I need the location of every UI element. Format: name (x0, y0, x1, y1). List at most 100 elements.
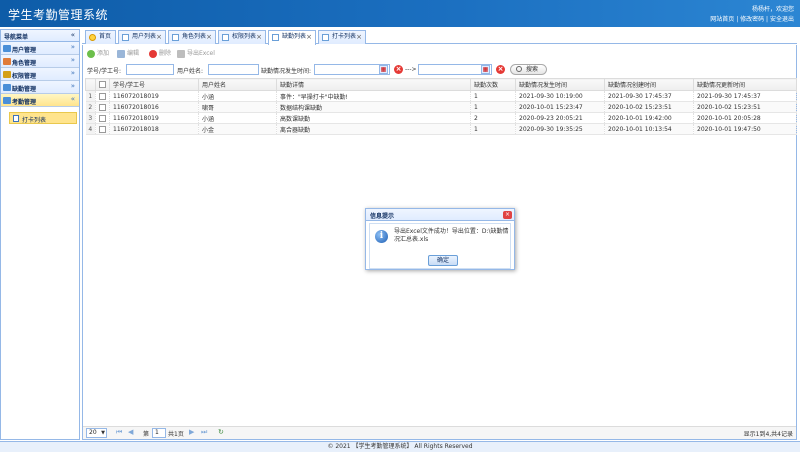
tab-user-list[interactable]: 用户列表 × (118, 30, 166, 44)
column-header[interactable]: 缺勤情况更新时间 (693, 78, 797, 91)
row-number: 2 (85, 101, 96, 113)
lightbulb-icon (89, 34, 96, 41)
page-icon (122, 34, 129, 41)
username-input[interactable] (208, 64, 259, 75)
detail-cell: 数据结构课缺勤 (276, 101, 471, 113)
table-row[interactable]: 4 116072018018 小金 离合器缺勤 1 2020-09-30 19:35:25… (85, 123, 797, 135)
absence-table: 学号/学工号 用户姓名 缺勤详情 缺勤次数 缺勤情况发生时间 缺勤情况创建时间 … (85, 78, 797, 135)
column-header[interactable]: 缺勤情况发生时间 (515, 78, 605, 91)
sidebar-item-role-management[interactable]: 角色管理 » (1, 55, 79, 68)
edit-button[interactable]: 编辑 (117, 48, 139, 60)
key-icon (3, 71, 11, 78)
row-checkbox[interactable] (95, 112, 110, 124)
sidebar-item-user-management[interactable]: 用户管理 » (1, 42, 79, 55)
export-label: 导出Excel (187, 50, 215, 57)
dialog-body: i 导出Excel文件成功！导出位置：D:\缺勤情况汇总表.xls 确定 (369, 223, 511, 269)
header-links: 网站首页 | 修改密码 | 安全退出 (710, 14, 794, 23)
add-icon (87, 50, 95, 58)
welcome-text: 杨杨杆，欢迎您 (751, 6, 794, 13)
table-row[interactable]: 2 116072018016 啸哥 数据结构课缺勤 1 2020-10-01 15:23:… (85, 101, 797, 113)
tab-absence-list[interactable]: 缺勤列表 × (268, 30, 316, 45)
tab-permission-list[interactable]: 权限列表 × (218, 30, 266, 44)
column-header[interactable]: 用户姓名 (198, 78, 277, 91)
row-checkbox[interactable] (95, 90, 110, 102)
sidebar-item-attendance-management[interactable]: 考勤管理 « (1, 94, 79, 107)
row-checkbox[interactable] (95, 101, 110, 113)
edit-icon (117, 50, 125, 58)
page-size-value: 20 (89, 429, 97, 436)
count-cell: 1 (470, 90, 516, 102)
column-header[interactable]: 缺勤次数 (470, 78, 516, 91)
happened-time-cell: 2021-09-30 10:19:00 (515, 90, 605, 102)
student-id-input[interactable] (126, 64, 174, 75)
tab-label: 首页 (99, 33, 112, 40)
column-header[interactable]: 缺勤情况创建时间 (604, 78, 694, 91)
tab-home[interactable]: 首页 (85, 30, 116, 44)
count-cell: 2 (470, 112, 516, 124)
export-excel-button[interactable]: 导出Excel (177, 48, 215, 60)
detail-cell: 高数课缺勤 (276, 112, 471, 124)
tab-label: 缺勤列表 (282, 33, 307, 40)
change-password-link[interactable]: 修改密码 (740, 16, 764, 23)
column-header[interactable]: 缺勤详情 (276, 78, 471, 91)
delete-button[interactable]: 删除 (149, 48, 171, 60)
chevron-down-icon: » (70, 56, 75, 64)
calendar-icon[interactable]: ▦ (481, 65, 490, 74)
search-icon (516, 66, 522, 72)
prev-page-icon[interactable]: ◀ (128, 428, 133, 436)
sidebar-subitem-punch-list[interactable]: 打卡列表 (9, 112, 77, 124)
student-id-cell: 116072018019 (109, 90, 199, 102)
row-checkbox[interactable] (95, 123, 110, 135)
close-icon[interactable]: × (503, 211, 512, 219)
page-number-input[interactable]: 1 (152, 428, 166, 438)
table-row[interactable]: 1 116072018019 小涵 事件："早操打卡"中缺勤! 1 2021-09-30 … (85, 90, 797, 102)
close-icon[interactable]: × (356, 31, 362, 43)
detail-cell: 事件："早操打卡"中缺勤! (276, 90, 471, 102)
home-link[interactable]: 网站首页 (710, 16, 734, 23)
page-icon (172, 34, 179, 41)
created-time-cell: 2020-10-01 19:42:00 (604, 112, 694, 124)
select-all-checkbox[interactable] (95, 78, 110, 91)
sidebar-item-permission-management[interactable]: 权限管理 » (1, 68, 79, 81)
refresh-icon[interactable]: ↻ (218, 428, 224, 436)
logout-link[interactable]: 安全退出 (770, 16, 794, 23)
last-page-icon[interactable]: ⏭ (201, 428, 207, 437)
column-header[interactable]: 学号/学工号 (109, 78, 199, 91)
add-label: 添加 (97, 50, 110, 57)
sidebar-item-label: 用户管理 (12, 47, 37, 54)
page-size-select[interactable]: 20 ▼ (86, 428, 107, 438)
sidebar-item-absence-management[interactable]: 缺勤管理 » (1, 81, 79, 94)
close-icon[interactable]: × (256, 31, 262, 43)
ok-button[interactable]: 确定 (428, 255, 458, 266)
table-row[interactable]: 3 116072018019 小涵 高数课缺勤 2 2020-09-23 20:05:21… (85, 112, 797, 124)
tab-role-list[interactable]: 角色列表 × (168, 30, 216, 44)
calendar-icon[interactable]: ▦ (379, 65, 388, 74)
close-icon[interactable]: × (206, 31, 212, 43)
username-label: 用户姓名: (177, 68, 204, 75)
tab-punch-list[interactable]: 打卡列表 × (318, 30, 366, 44)
collapse-icon[interactable]: « (71, 31, 75, 39)
name-cell: 小涵 (198, 112, 277, 124)
first-page-icon[interactable]: ⏮ (116, 428, 122, 437)
search-button[interactable]: 搜索 (510, 64, 548, 75)
row-number-header (85, 78, 96, 91)
next-page-icon[interactable]: ▶ (189, 428, 194, 436)
dialog-titlebar: 信息提示 × (366, 209, 514, 221)
sidebar-item-label: 权限管理 (12, 73, 37, 80)
table-header-row: 学号/学工号 用户姓名 缺勤详情 缺勤次数 缺勤情况发生时间 缺勤情况创建时间 … (85, 78, 797, 91)
close-icon[interactable]: × (306, 31, 312, 43)
detail-cell: 离合器缺勤 (276, 123, 471, 135)
clear-start-date-icon[interactable]: × (394, 65, 403, 74)
add-button[interactable]: 添加 (87, 48, 109, 60)
created-time-cell: 2020-10-02 15:23:51 (604, 101, 694, 113)
delete-label: 删除 (159, 50, 172, 57)
close-icon[interactable]: × (156, 31, 162, 43)
clear-end-date-icon[interactable]: × (496, 65, 505, 74)
attendance-icon (3, 97, 11, 104)
dialog-title: 信息提示 (370, 213, 395, 220)
tab-label: 用户列表 (132, 33, 157, 40)
page-icon (322, 34, 329, 41)
sidebar-title: 导航菜单 (4, 34, 29, 41)
users-icon (3, 45, 11, 52)
sidebar-subitem-label: 打卡列表 (22, 117, 47, 124)
